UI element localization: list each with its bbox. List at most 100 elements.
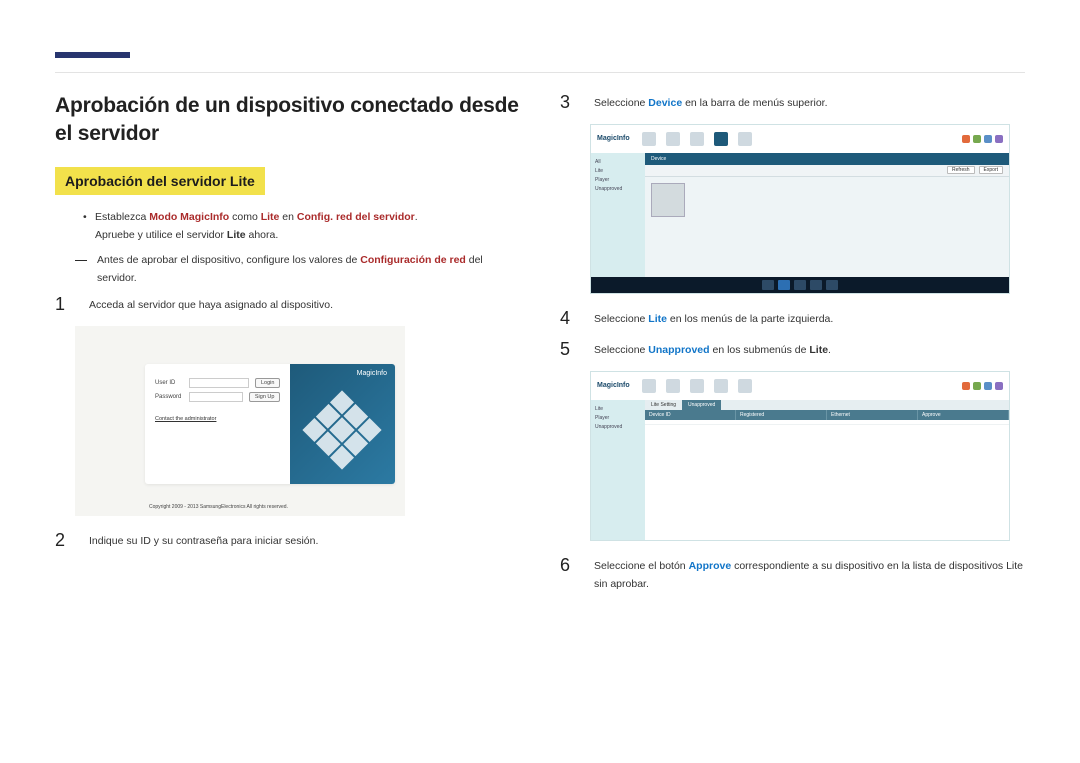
taskbar-icon[interactable] — [778, 280, 790, 290]
sidebar-item[interactable]: Unapproved — [595, 424, 641, 430]
step-number: 4 — [560, 308, 578, 330]
toolbar-button[interactable]: Refresh — [947, 166, 975, 174]
badge-icon — [962, 382, 970, 390]
app-logo: MagicInfo — [597, 135, 630, 142]
sidebar-item-lite[interactable]: Lite — [595, 406, 641, 412]
step-number: 1 — [55, 294, 73, 316]
emphasis: Config. red del servidor — [297, 211, 415, 223]
tab-icon[interactable] — [690, 132, 704, 146]
sidebar-item[interactable]: Player — [595, 415, 641, 421]
col-head: Device ID — [645, 410, 736, 420]
tab-icon[interactable] — [738, 132, 752, 146]
text: Seleccione — [594, 344, 648, 356]
step-number: 6 — [560, 555, 578, 594]
intro-bullets: Establezca Modo MagicInfo como Lite en C… — [83, 209, 520, 245]
text: Establezca — [95, 211, 149, 223]
device-screenshot-2: MagicInfo Lite Player — [590, 371, 1010, 541]
tab-device-icon[interactable] — [714, 132, 728, 146]
signup-button[interactable]: Sign Up — [249, 392, 281, 402]
col-head: Registered — [736, 410, 827, 420]
text: como — [229, 211, 261, 223]
text: Seleccione el botón — [594, 560, 689, 572]
tab-icon[interactable] — [666, 379, 680, 393]
col-head: Approve — [918, 410, 1009, 420]
top-rule — [55, 72, 1025, 73]
emphasis: Lite — [261, 211, 280, 223]
dash-icon — [75, 260, 87, 261]
step-text: Seleccione el botón Approve correspondie… — [594, 555, 1025, 594]
left-column: Aprobación de un dispositivo conectado d… — [55, 92, 520, 603]
intro-bullet-1: Establezca Modo MagicInfo como Lite en C… — [83, 209, 520, 245]
top-right-badges — [962, 382, 1003, 390]
password-input[interactable] — [189, 392, 243, 402]
login-form: User ID Login Password Sign Up Contact t… — [145, 364, 290, 484]
subtabs: Lite Setting Unapproved — [645, 400, 1009, 410]
sidebar-item[interactable]: Lite — [595, 168, 641, 174]
taskbar-icon[interactable] — [810, 280, 822, 290]
subtab[interactable]: Lite Setting — [645, 400, 682, 410]
table-row[interactable] — [645, 420, 1009, 425]
login-banner: MagicInfo — [290, 364, 395, 484]
text: Seleccione — [594, 97, 648, 109]
badge-icon — [973, 135, 981, 143]
contact-admin-link[interactable]: Contact the administrator — [155, 416, 280, 422]
user-id-label: User ID — [155, 380, 183, 386]
emphasis: Unapproved — [648, 344, 709, 356]
tab-icon[interactable] — [690, 379, 704, 393]
step-number: 5 — [560, 339, 578, 361]
page-title: Aprobación de un dispositivo conectado d… — [55, 92, 520, 149]
step-1: 1 Acceda al servidor que haya asignado a… — [55, 294, 520, 316]
tab-icon[interactable] — [738, 379, 752, 393]
top-right-badges — [962, 135, 1003, 143]
sidebar-item[interactable]: All — [595, 159, 641, 165]
app-logo: MagicInfo — [597, 382, 630, 389]
badge-icon — [995, 382, 1003, 390]
text: ahora. — [246, 229, 279, 241]
login-button[interactable]: Login — [255, 378, 280, 388]
app-sidebar: All Lite Player Unapproved — [591, 153, 645, 277]
app-sidebar: Lite Player Unapproved — [591, 400, 645, 540]
tab-icon[interactable] — [714, 379, 728, 393]
taskbar-icon[interactable] — [794, 280, 806, 290]
device-thumbnail[interactable] — [651, 183, 685, 217]
step-6: 6 Seleccione el botón Approve correspond… — [560, 555, 1025, 594]
text: Apruebe y utilice el servidor — [95, 229, 227, 241]
tab-icon[interactable] — [666, 132, 680, 146]
step-text: Seleccione Lite en los menús de la parte… — [594, 308, 1025, 330]
tab-icon[interactable] — [642, 132, 656, 146]
app-topbar: MagicInfo — [591, 372, 1009, 400]
taskbar-icon[interactable] — [826, 280, 838, 290]
text: en los menús de la parte izquierda. — [667, 313, 833, 325]
accent-bar — [55, 52, 130, 58]
banner-brand: MagicInfo — [357, 370, 387, 377]
step-number: 3 — [560, 92, 578, 114]
table-header: Device ID Registered Ethernet Approve — [645, 410, 1009, 420]
device-screenshot-1: MagicInfo All Lite — [590, 124, 1010, 294]
taskbar — [591, 277, 1009, 293]
password-label: Password — [155, 394, 183, 400]
device-grid — [645, 177, 1009, 277]
step-number: 2 — [55, 530, 73, 552]
step-3: 3 Seleccione Device en la barra de menús… — [560, 92, 1025, 114]
subtab-unapproved[interactable]: Unapproved — [682, 400, 721, 410]
emphasis: Lite — [227, 229, 246, 241]
text: en — [279, 211, 297, 223]
emphasis: Device — [648, 97, 682, 109]
emphasis: Lite — [809, 344, 828, 356]
step-text: Seleccione Device en la barra de menús s… — [594, 92, 1025, 114]
tab-icon[interactable] — [642, 379, 656, 393]
login-copyright: Copyright 2009 - 2013 SamsungElectronics… — [149, 504, 288, 510]
taskbar-icon[interactable] — [762, 280, 774, 290]
app-topbar: MagicInfo — [591, 125, 1009, 153]
sidebar-item[interactable]: Player — [595, 177, 641, 183]
user-id-input[interactable] — [189, 378, 249, 388]
step-text: Indique su ID y su contraseña para inici… — [89, 530, 520, 552]
toolbar-button[interactable]: Export — [979, 166, 1003, 174]
sidebar-item[interactable]: Unapproved — [595, 186, 641, 192]
col-head: Ethernet — [827, 410, 918, 420]
badge-icon — [973, 382, 981, 390]
step-text: Seleccione Unapproved en los submenús de… — [594, 339, 1025, 361]
badge-icon — [984, 382, 992, 390]
text: . — [828, 344, 831, 356]
diamond-icon — [303, 390, 382, 469]
